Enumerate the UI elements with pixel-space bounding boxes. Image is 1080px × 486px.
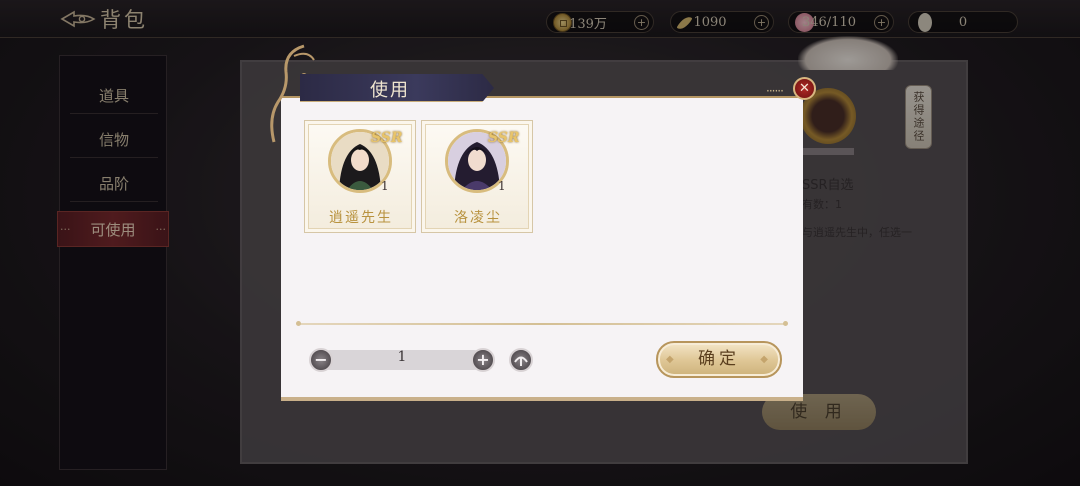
minus-icon[interactable]: − [309,348,333,372]
character-count: 1 [381,179,389,193]
rarity-badge: SSR [488,130,520,146]
quantity-value[interactable]: 1 [340,349,464,365]
plus-icon[interactable]: + [471,348,495,372]
character-card-xiaoyao[interactable]: SSR 1 逍遥先生 [304,120,416,233]
max-arrow-svg [514,356,528,366]
dialog-divider [296,321,788,326]
dialog-title: 使用 [370,80,410,101]
character-count: 1 [498,179,506,193]
close-icon[interactable]: ✕ [793,77,816,100]
character-card-luolingchen[interactable]: SSR 1 洛凌尘 [421,120,533,233]
rarity-badge: SSR [371,130,403,146]
max-quantity-icon[interactable] [509,348,533,372]
confirm-button[interactable]: 确定 [656,341,782,378]
close-decoration: ······ [766,84,784,98]
character-name: 洛凌尘 [454,210,502,226]
character-name: 逍遥先生 [329,210,393,226]
